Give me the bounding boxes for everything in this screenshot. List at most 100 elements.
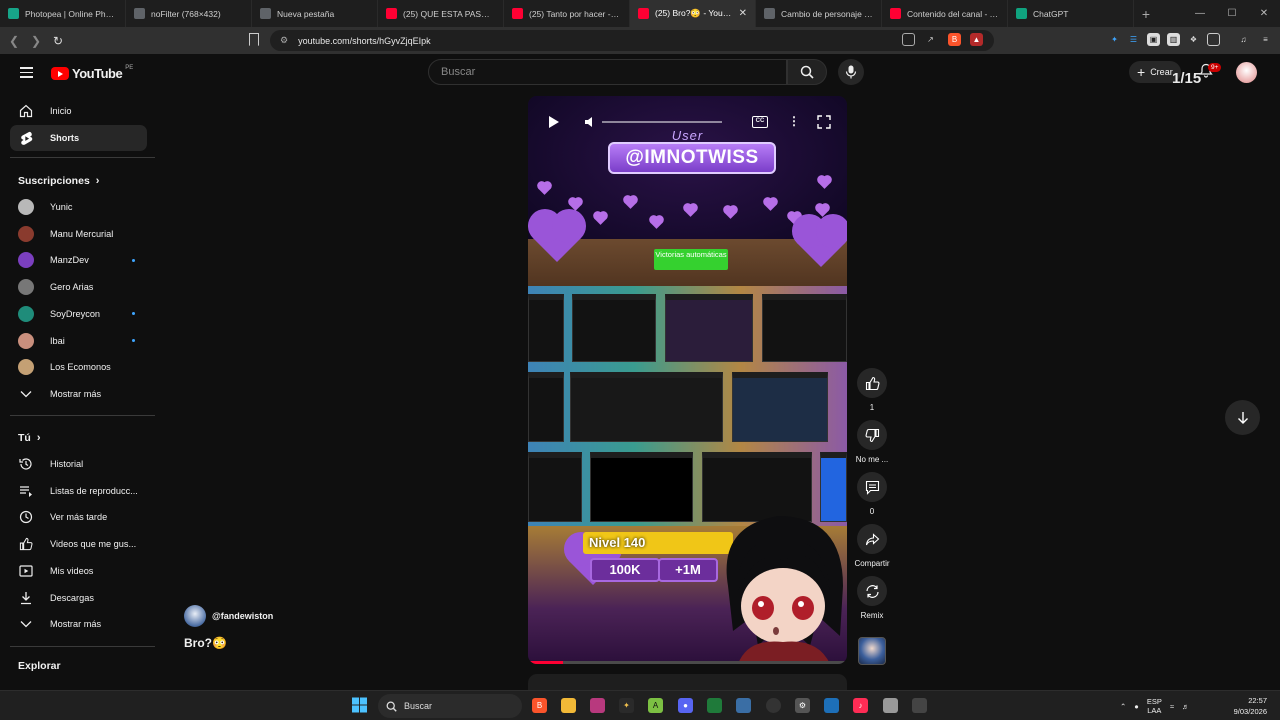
app-icon[interactable]: A <box>648 698 663 713</box>
video-progress-bar[interactable] <box>528 661 847 664</box>
account-avatar[interactable] <box>1236 62 1257 83</box>
sidebar-icon[interactable] <box>1207 33 1220 46</box>
tray-mic-icon[interactable]: ● <box>1134 702 1139 711</box>
subscription-item[interactable]: Gero Arias <box>10 274 147 300</box>
captions-icon[interactable]: CC <box>752 116 768 128</box>
url-field[interactable]: ⚙ youtube.com/shorts/hGyvZjqEIpk <box>270 30 994 51</box>
explore-title: Explorar <box>18 660 61 672</box>
brave-shields-icon[interactable]: B <box>948 33 961 46</box>
discord-icon[interactable]: ● <box>678 698 693 713</box>
search-input[interactable]: Buscar <box>428 59 787 85</box>
search-button[interactable] <box>787 59 827 85</box>
remix-button[interactable] <box>857 576 887 606</box>
menu-hamburger-icon[interactable] <box>20 67 33 78</box>
tray-chevron-up-icon[interactable]: ⌃ <box>1120 702 1126 711</box>
extension-1-icon[interactable]: ✦ <box>1108 33 1121 46</box>
subscription-item[interactable]: SoyDreycon <box>10 301 147 327</box>
sound-thumbnail[interactable] <box>858 637 886 665</box>
browser-tab[interactable]: Contenido del canal - You <box>882 0 1008 27</box>
back-icon[interactable]: ❮ <box>4 34 24 48</box>
subscription-item[interactable]: ManzDev <box>10 247 147 273</box>
you-item[interactable]: Listas de reproducc... <box>10 478 147 504</box>
media-icon[interactable]: ♫ <box>1237 33 1250 46</box>
divider <box>10 415 155 416</box>
browser-tab[interactable]: Cambio de personaje VFX <box>756 0 882 27</box>
app-icon[interactable] <box>590 698 605 713</box>
fullscreen-icon[interactable] <box>817 115 831 129</box>
brave-rewards-icon[interactable]: ▲ <box>970 33 983 46</box>
you-item[interactable]: Historial <box>10 451 147 477</box>
new-tab-button[interactable]: + <box>1134 6 1158 22</box>
app-icon[interactable] <box>736 698 751 713</box>
windows-start-icon[interactable] <box>352 697 367 712</box>
you-item[interactable]: Mostrar más <box>10 611 147 637</box>
youtube-logo[interactable]: YouTube PE <box>51 65 133 81</box>
taskbar-clock[interactable]: 22:57 9/03/2026 <box>1227 695 1267 717</box>
next-short-button[interactable] <box>1225 400 1260 435</box>
volume-slider[interactable] <box>602 121 722 123</box>
extension-3-icon[interactable]: ▣ <box>1147 33 1160 46</box>
short-video-player[interactable]: User @IMNOTWISS Victorias automáticas Ni… <box>528 96 847 664</box>
you-item[interactable]: Descargas <box>10 585 147 611</box>
app-icon[interactable] <box>912 698 927 713</box>
browser-tab[interactable]: noFilter (768×432) <box>126 0 252 27</box>
browser-tab[interactable]: Nueva pestaña <box>252 0 378 27</box>
volume-icon[interactable]: ♬ <box>1182 702 1190 711</box>
browser-tab[interactable]: (25) Bro?😳 - YouTube ✕ <box>630 0 756 27</box>
extension-4-icon[interactable]: ▥ <box>1167 33 1180 46</box>
sidebar-item-inicio[interactable]: Inicio <box>10 98 147 124</box>
subscription-item[interactable]: Manu Mercurial <box>10 221 147 247</box>
comments-button[interactable] <box>857 472 887 502</box>
browser-tab[interactable]: Photopea | Online Photo E <box>0 0 126 27</box>
minimize-icon[interactable]: — <box>1184 0 1216 27</box>
close-window-icon[interactable]: ✕ <box>1248 0 1280 27</box>
you-item[interactable]: Ver más tarde <box>10 504 147 530</box>
app-icon[interactable] <box>883 698 898 713</box>
subscriptions-header[interactable]: Suscripciones › <box>18 175 99 187</box>
browser-tab[interactable]: ChatGPT <box>1008 0 1134 27</box>
site-info-icon[interactable]: ⚙ <box>280 35 288 46</box>
extension-2-icon[interactable]: ☰ <box>1127 33 1140 46</box>
menu-icon[interactable]: ≡ <box>1259 33 1272 46</box>
volume-icon[interactable] <box>584 115 598 129</box>
app-icon[interactable] <box>824 698 839 713</box>
maximize-icon[interactable]: ☐ <box>1216 0 1248 27</box>
close-tab-icon[interactable]: ✕ <box>739 8 747 19</box>
screen-cast-icon[interactable] <box>902 33 915 46</box>
subscription-item[interactable]: Ibai <box>10 328 147 354</box>
like-button[interactable] <box>857 368 887 398</box>
subscriptions-show-more[interactable]: Mostrar más <box>10 381 147 407</box>
wifi-icon[interactable]: ≈ <box>1170 702 1174 711</box>
file-explorer-icon[interactable] <box>561 698 576 713</box>
play-icon[interactable] <box>548 115 560 129</box>
tiktok-icon[interactable]: ♪ <box>853 698 868 713</box>
you-item[interactable]: Mis videos <box>10 558 147 584</box>
you-header[interactable]: Tú › <box>18 432 41 444</box>
obs-icon[interactable] <box>766 698 781 713</box>
browser-tab[interactable]: (25) Tanto por hacer - You <box>504 0 630 27</box>
extensions-icon[interactable]: ❖ <box>1187 33 1200 46</box>
app-icon[interactable]: ✦ <box>619 698 634 713</box>
channel-row[interactable]: @fandewiston <box>184 605 273 627</box>
channel-avatar[interactable] <box>184 605 206 627</box>
reload-icon[interactable]: ↻ <box>48 34 68 48</box>
brave-app-icon[interactable]: B <box>532 698 547 713</box>
language-indicator[interactable]: ESP LAA <box>1147 697 1162 715</box>
share-icon[interactable]: ↗ <box>924 33 937 46</box>
tab-favicon-icon <box>638 8 649 19</box>
you-item[interactable]: Videos que me gus... <box>10 531 147 557</box>
taskbar-search[interactable]: Buscar <box>378 694 522 718</box>
bookmark-icon[interactable] <box>249 33 259 46</box>
subscription-item[interactable]: Los Ecomonos <box>10 354 147 380</box>
more-options-icon[interactable]: ⋮ <box>788 114 800 128</box>
dislike-button[interactable] <box>857 420 887 450</box>
channel-name[interactable]: @fandewiston <box>212 611 273 621</box>
sidebar-item-shorts[interactable]: Shorts <box>10 125 147 151</box>
voice-search-button[interactable] <box>838 59 864 85</box>
settings-icon[interactable]: ⚙ <box>795 698 810 713</box>
forward-icon[interactable]: ❯ <box>26 34 46 48</box>
app-icon[interactable] <box>707 698 722 713</box>
browser-tab[interactable]: (25) QUE ESTA PASANDO <box>378 0 504 27</box>
share-button[interactable] <box>857 524 887 554</box>
subscription-item[interactable]: Yunic <box>10 194 147 220</box>
